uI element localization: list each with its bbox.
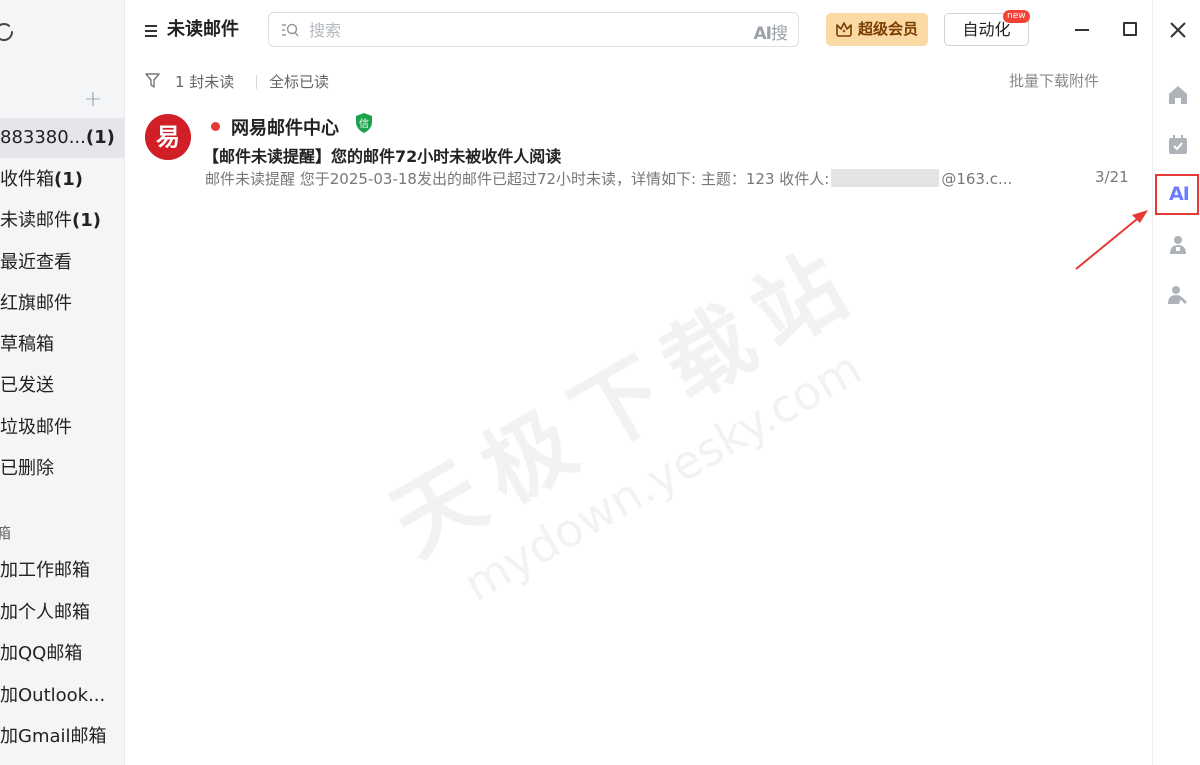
sidebar-item-sent[interactable]: 已发送 <box>0 366 124 406</box>
contacts-icon[interactable] <box>1167 234 1189 256</box>
vip-label: 超级会员 <box>858 20 919 38</box>
add-personal-mailbox[interactable]: 加个人邮箱 <box>0 593 124 633</box>
search-icon <box>282 23 299 37</box>
automation-label: 自动化 <box>962 20 1011 39</box>
folder-count: (1) <box>72 210 101 231</box>
toolbar-divider <box>256 75 257 89</box>
folder-label: 未读邮件 <box>0 210 72 231</box>
search-box[interactable]: AI搜 <box>268 12 799 47</box>
folder-label: 最近查看 <box>0 252 72 273</box>
account-count: (1) <box>85 127 115 148</box>
mail-sender: 网易邮件中心 <box>231 118 339 139</box>
watermark-cn: 天极下载站 <box>374 226 877 576</box>
mail-subject: 【邮件未读提醒】您的邮件72小时未被收件人阅读 <box>203 147 562 166</box>
sidebar: + 883380...(1) 收件箱(1) 未读邮件(1) 最近查看 红旗邮件 … <box>0 0 125 765</box>
minimize-icon[interactable] <box>1075 29 1089 31</box>
preview-start: 邮件未读提醒 您于2025-03-18发出的邮件已超过72小时未读，详情如下: … <box>205 170 830 188</box>
add-item-label: 加Outlook... <box>0 685 106 706</box>
ai-assistant-button[interactable]: AI <box>1169 183 1190 205</box>
sidebar-item-spam[interactable]: 垃圾邮件 <box>0 408 124 448</box>
user-settings-icon[interactable] <box>1167 284 1189 306</box>
add-work-mailbox[interactable]: 加工作邮箱 <box>0 551 124 591</box>
page-title: 未读邮件 <box>167 19 239 40</box>
add-item-label: 加Gmail邮箱 <box>0 726 107 747</box>
right-rail: AI <box>1152 0 1200 765</box>
ai-search-prefix: AI <box>753 24 773 44</box>
watermark: 天极下载站 mydown.yesky.com <box>365 210 906 627</box>
calendar-check-icon[interactable] <box>1167 134 1189 156</box>
verified-badge-text: 信 <box>359 118 369 130</box>
account-name: 883380... <box>0 127 86 148</box>
sync-icon[interactable] <box>0 20 16 44</box>
main-pane: 未读邮件 AI搜 超级会员 自动化 new 1 封未读 <box>125 0 1152 765</box>
home-icon[interactable] <box>1167 84 1189 106</box>
unread-dot <box>211 122 220 131</box>
search-input[interactable] <box>309 19 709 41</box>
add-account-icon[interactable]: + <box>82 89 104 111</box>
folder-label: 垃圾邮件 <box>0 417 72 438</box>
watermark-en: mydown.yesky.com <box>454 340 871 612</box>
folder-label: 草稿箱 <box>0 334 54 355</box>
sidebar-item-inbox[interactable]: 收件箱(1) <box>0 160 124 200</box>
sidebar-item-unread[interactable]: 未读邮件(1) <box>0 201 124 241</box>
mail-app: + 883380...(1) 收件箱(1) 未读邮件(1) 最近查看 红旗邮件 … <box>0 0 1200 765</box>
sidebar-item-trash[interactable]: 已删除 <box>0 449 124 489</box>
sender-avatar: 易 <box>145 114 191 160</box>
crown-icon <box>836 22 852 37</box>
sidebar-account[interactable]: 883380...(1) <box>0 118 124 158</box>
add-item-label: 加个人邮箱 <box>0 602 90 623</box>
sidebar-item-recent[interactable]: 最近查看 <box>0 243 124 283</box>
folder-count: (1) <box>54 169 83 190</box>
menu-icon[interactable] <box>145 24 159 38</box>
add-outlook-mailbox[interactable]: 加Outlook... <box>0 676 124 716</box>
add-item-label: 加工作邮箱 <box>0 560 90 581</box>
add-item-label: 加QQ邮箱 <box>0 643 83 664</box>
verified-shield-icon: 信 <box>356 113 372 133</box>
preview-end: @163.c... <box>941 170 1013 188</box>
svg-text:易: 易 <box>156 123 180 151</box>
folder-label: 已发送 <box>0 375 54 396</box>
redacted-recipient <box>831 169 940 187</box>
mail-preview: 邮件未读提醒 您于2025-03-18发出的邮件已超过72小时未读，详情如下: … <box>205 168 1012 189</box>
batch-download-button[interactable]: 批量下载附件 <box>1009 70 1099 91</box>
add-gmail-mailbox[interactable]: 加Gmail邮箱 <box>0 717 124 757</box>
folder-label: 已删除 <box>0 458 54 479</box>
folder-label: 红旗邮件 <box>0 293 72 314</box>
mark-all-read-button[interactable]: 全标已读 <box>269 71 329 92</box>
new-badge: new <box>1003 10 1030 23</box>
sidebar-item-flagged[interactable]: 红旗邮件 <box>0 284 124 324</box>
super-vip-button[interactable]: 超级会员 <box>826 13 928 46</box>
ai-search-suffix: 搜 <box>771 24 788 44</box>
section-label: 箱 <box>0 522 11 543</box>
folder-label: 收件箱 <box>0 169 54 190</box>
filter-icon[interactable] <box>145 72 160 90</box>
unread-count: 1 封未读 <box>175 73 235 91</box>
ai-search-button[interactable]: AI搜 <box>754 19 788 44</box>
sidebar-item-drafts[interactable]: 草稿箱 <box>0 325 124 365</box>
mail-date: 3/21 <box>1095 168 1129 186</box>
add-qq-mailbox[interactable]: 加QQ邮箱 <box>0 634 124 674</box>
maximize-icon[interactable] <box>1123 22 1137 36</box>
close-icon[interactable] <box>1168 20 1188 40</box>
